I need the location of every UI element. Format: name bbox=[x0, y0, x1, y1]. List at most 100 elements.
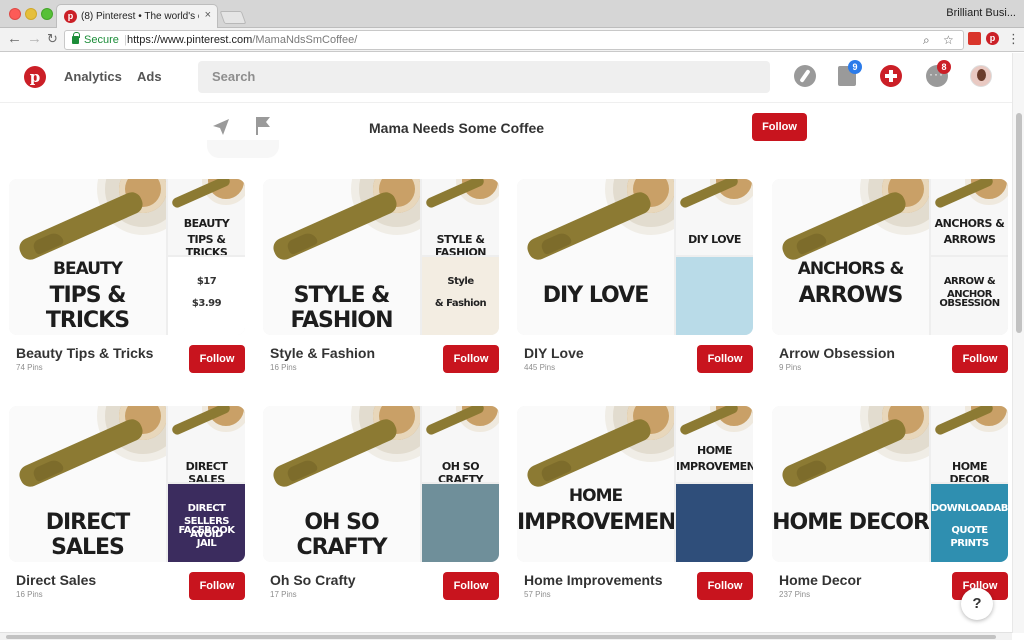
board-name[interactable]: Direct Sales bbox=[16, 572, 96, 588]
board-card[interactable]: DIRECT SALES DIRECT SALES DIRECT SELLERS… bbox=[9, 406, 245, 606]
saved-count-badge: 9 bbox=[848, 60, 862, 74]
follow-board-button[interactable]: Follow bbox=[189, 572, 245, 600]
board-card[interactable]: OH SO CRAFTY OH SO CRAFTY Oh So Crafty 1… bbox=[263, 406, 499, 606]
profile-title: Mama Needs Some Coffee bbox=[369, 120, 545, 136]
follow-board-button[interactable]: Follow bbox=[697, 572, 753, 600]
help-button[interactable]: ? bbox=[961, 588, 993, 620]
board-cover-thumb-bottom: ARROW & ANCHOR OBSESSION bbox=[931, 257, 1008, 335]
board-name[interactable]: Style & Fashion bbox=[270, 345, 375, 361]
board-cover-main-image: STYLE & FASHION bbox=[263, 179, 420, 335]
board-name[interactable]: Home Decor bbox=[779, 572, 861, 588]
board-cover-thumb-bottom: DOWNLOADABLE QUOTE PRINTS bbox=[931, 484, 1008, 562]
cover-text-line-2: ARROWS bbox=[798, 283, 904, 308]
board-cover-thumb-top: ANCHORS & ARROWS bbox=[931, 179, 1008, 255]
thumb-text-line-1: BEAUTY bbox=[183, 217, 230, 230]
board-cover-thumb-bottom: $17 $3.99 bbox=[168, 257, 245, 335]
pinterest-logo-icon[interactable]: p bbox=[24, 66, 46, 88]
close-window-button[interactable] bbox=[9, 8, 21, 20]
thumb-bottom-line-2: $3.99 bbox=[191, 298, 222, 309]
board-cover[interactable]: HOME IMPROVEMENTS HOME IMPROVEMENTS bbox=[517, 406, 753, 562]
explore-compass-icon[interactable] bbox=[794, 65, 816, 87]
board-cover-thumb-bottom: DIRECT SELLERS AVOID FACEBOOK JAIL bbox=[168, 484, 245, 562]
cover-text-line-2: DIY LOVE bbox=[542, 283, 649, 308]
follow-board-button[interactable]: Follow bbox=[443, 572, 499, 600]
thumb-text-line-2: STYLE & FASHION bbox=[434, 233, 487, 255]
board-cover-main-image: BEAUTY TIPS & TRICKS bbox=[9, 179, 166, 335]
board-cover[interactable]: ANCHORS & ARROWS ANCHORS & ARROWS ARROW … bbox=[772, 179, 1008, 335]
minimize-window-button[interactable] bbox=[25, 8, 37, 20]
flag-icon[interactable] bbox=[255, 116, 271, 136]
url-text[interactable]: https://www.pinterest.com/MamaNdsSmCoffe… bbox=[127, 34, 357, 46]
cover-text-line-2: IMPROVEMENTS bbox=[517, 510, 674, 535]
cover-text-line-1: HOME bbox=[568, 486, 623, 506]
back-arrow-icon[interactable]: ← bbox=[7, 31, 22, 47]
board-cover[interactable]: OH SO CRAFTY OH SO CRAFTY bbox=[263, 406, 499, 562]
board-name[interactable]: Home Improvements bbox=[524, 572, 662, 588]
board-name[interactable]: DIY Love bbox=[524, 345, 584, 361]
board-pin-count: 17 Pins bbox=[270, 590, 297, 599]
board-card[interactable]: BEAUTY TIPS & TRICKS BEAUTY TIPS & TRICK… bbox=[9, 179, 245, 379]
board-name[interactable]: Arrow Obsession bbox=[779, 345, 895, 361]
board-cover[interactable]: BEAUTY TIPS & TRICKS BEAUTY TIPS & TRICK… bbox=[9, 179, 245, 335]
board-cover[interactable]: STYLE & FASHION STYLE & FASHION Style & … bbox=[263, 179, 499, 335]
vertical-scrollbar[interactable] bbox=[1012, 53, 1024, 633]
nav-analytics[interactable]: Analytics bbox=[64, 69, 122, 84]
board-cover-main-image: HOME DECOR bbox=[772, 406, 929, 562]
nav-ads[interactable]: Ads bbox=[137, 69, 162, 84]
follow-board-button[interactable]: Follow bbox=[697, 345, 753, 373]
address-bar[interactable]: Secure | https://www.pinterest.com/MamaN… bbox=[64, 30, 964, 50]
follow-board-button[interactable]: Follow bbox=[189, 345, 245, 373]
thumb-bottom-line-1: Style bbox=[447, 276, 474, 287]
reload-icon[interactable]: ↻ bbox=[47, 31, 58, 47]
horizontal-scrollbar[interactable] bbox=[0, 632, 1012, 640]
forward-arrow-icon[interactable]: → bbox=[27, 31, 42, 47]
thumb-text-line-1: ANCHORS & bbox=[934, 217, 1005, 230]
board-card[interactable]: HOME IMPROVEMENTS HOME IMPROVEMENTS Home… bbox=[517, 406, 753, 606]
follow-profile-button[interactable]: Follow bbox=[752, 113, 807, 141]
follow-board-button[interactable]: Follow bbox=[952, 345, 1008, 373]
cover-text-line-2: OH SO CRAFTY bbox=[296, 510, 387, 560]
board-card[interactable]: ANCHORS & ARROWS ANCHORS & ARROWS ARROW … bbox=[772, 179, 1008, 379]
thumb-text-line-2: IMPROVEMENTS bbox=[676, 460, 753, 473]
vertical-scroll-thumb[interactable] bbox=[1016, 113, 1022, 333]
board-pin-count: 9 Pins bbox=[779, 363, 802, 372]
extension-icon[interactable] bbox=[968, 32, 981, 45]
board-cover[interactable]: DIY LOVE DIY LOVE bbox=[517, 179, 753, 335]
board-card[interactable]: STYLE & FASHION STYLE & FASHION Style & … bbox=[263, 179, 499, 379]
cover-text-line-1: ANCHORS & bbox=[797, 259, 905, 279]
browser-menu-icon[interactable]: ⋮ bbox=[1007, 31, 1020, 47]
board-cover-thumb-bottom: Style & Fashion bbox=[422, 257, 499, 335]
board-cover-thumb-bottom bbox=[422, 484, 499, 562]
zoom-icon[interactable]: ⌕ bbox=[923, 33, 930, 48]
browser-profile-name[interactable]: Brilliant Busi... bbox=[946, 7, 1016, 19]
board-cover-main-image: DIY LOVE bbox=[517, 179, 674, 335]
browser-tab[interactable]: p (8) Pinterest • The world's catalog × bbox=[56, 4, 218, 28]
board-name[interactable]: Oh So Crafty bbox=[270, 572, 356, 588]
board-card[interactable]: HOME DECOR HOME DECOR DOWNLOADABLE QUOTE… bbox=[772, 406, 1008, 606]
new-tab-button[interactable] bbox=[219, 11, 247, 24]
board-cover-main-image: HOME IMPROVEMENTS bbox=[517, 406, 674, 562]
tab-close-icon[interactable]: × bbox=[205, 9, 211, 21]
follow-board-button[interactable]: Follow bbox=[443, 345, 499, 373]
url-path: /MamaNdsSmCoffee/ bbox=[252, 34, 358, 46]
board-cover-thumb-bottom bbox=[676, 484, 753, 562]
thumb-text-line-2: DIRECT SALES bbox=[185, 460, 228, 482]
thumb-bottom-line-2: QUOTE PRINTS bbox=[950, 525, 989, 549]
send-icon[interactable] bbox=[212, 118, 230, 136]
avatar[interactable] bbox=[970, 65, 992, 87]
board-pin-count: 16 Pins bbox=[270, 363, 297, 372]
bookmark-star-icon[interactable]: ☆ bbox=[943, 33, 954, 47]
horizontal-scroll-thumb[interactable] bbox=[6, 635, 996, 639]
thumb-text-line-1: HOME bbox=[696, 444, 733, 457]
profile-tab-pill bbox=[207, 140, 279, 158]
maximize-window-button[interactable] bbox=[41, 8, 53, 20]
create-plus-icon[interactable] bbox=[880, 65, 902, 87]
board-name[interactable]: Beauty Tips & Tricks bbox=[16, 345, 153, 361]
thumb-bottom-line-1: $17 bbox=[196, 276, 217, 287]
search-input[interactable]: Search bbox=[198, 61, 770, 93]
board-cover-main-image: DIRECT SALES bbox=[9, 406, 166, 562]
board-cover[interactable]: DIRECT SALES DIRECT SALES DIRECT SELLERS… bbox=[9, 406, 245, 562]
pinterest-extension-icon[interactable]: p bbox=[986, 32, 999, 45]
board-cover[interactable]: HOME DECOR HOME DECOR DOWNLOADABLE QUOTE… bbox=[772, 406, 1008, 562]
board-card[interactable]: DIY LOVE DIY LOVE DIY Love 445 Pins Foll… bbox=[517, 179, 753, 379]
